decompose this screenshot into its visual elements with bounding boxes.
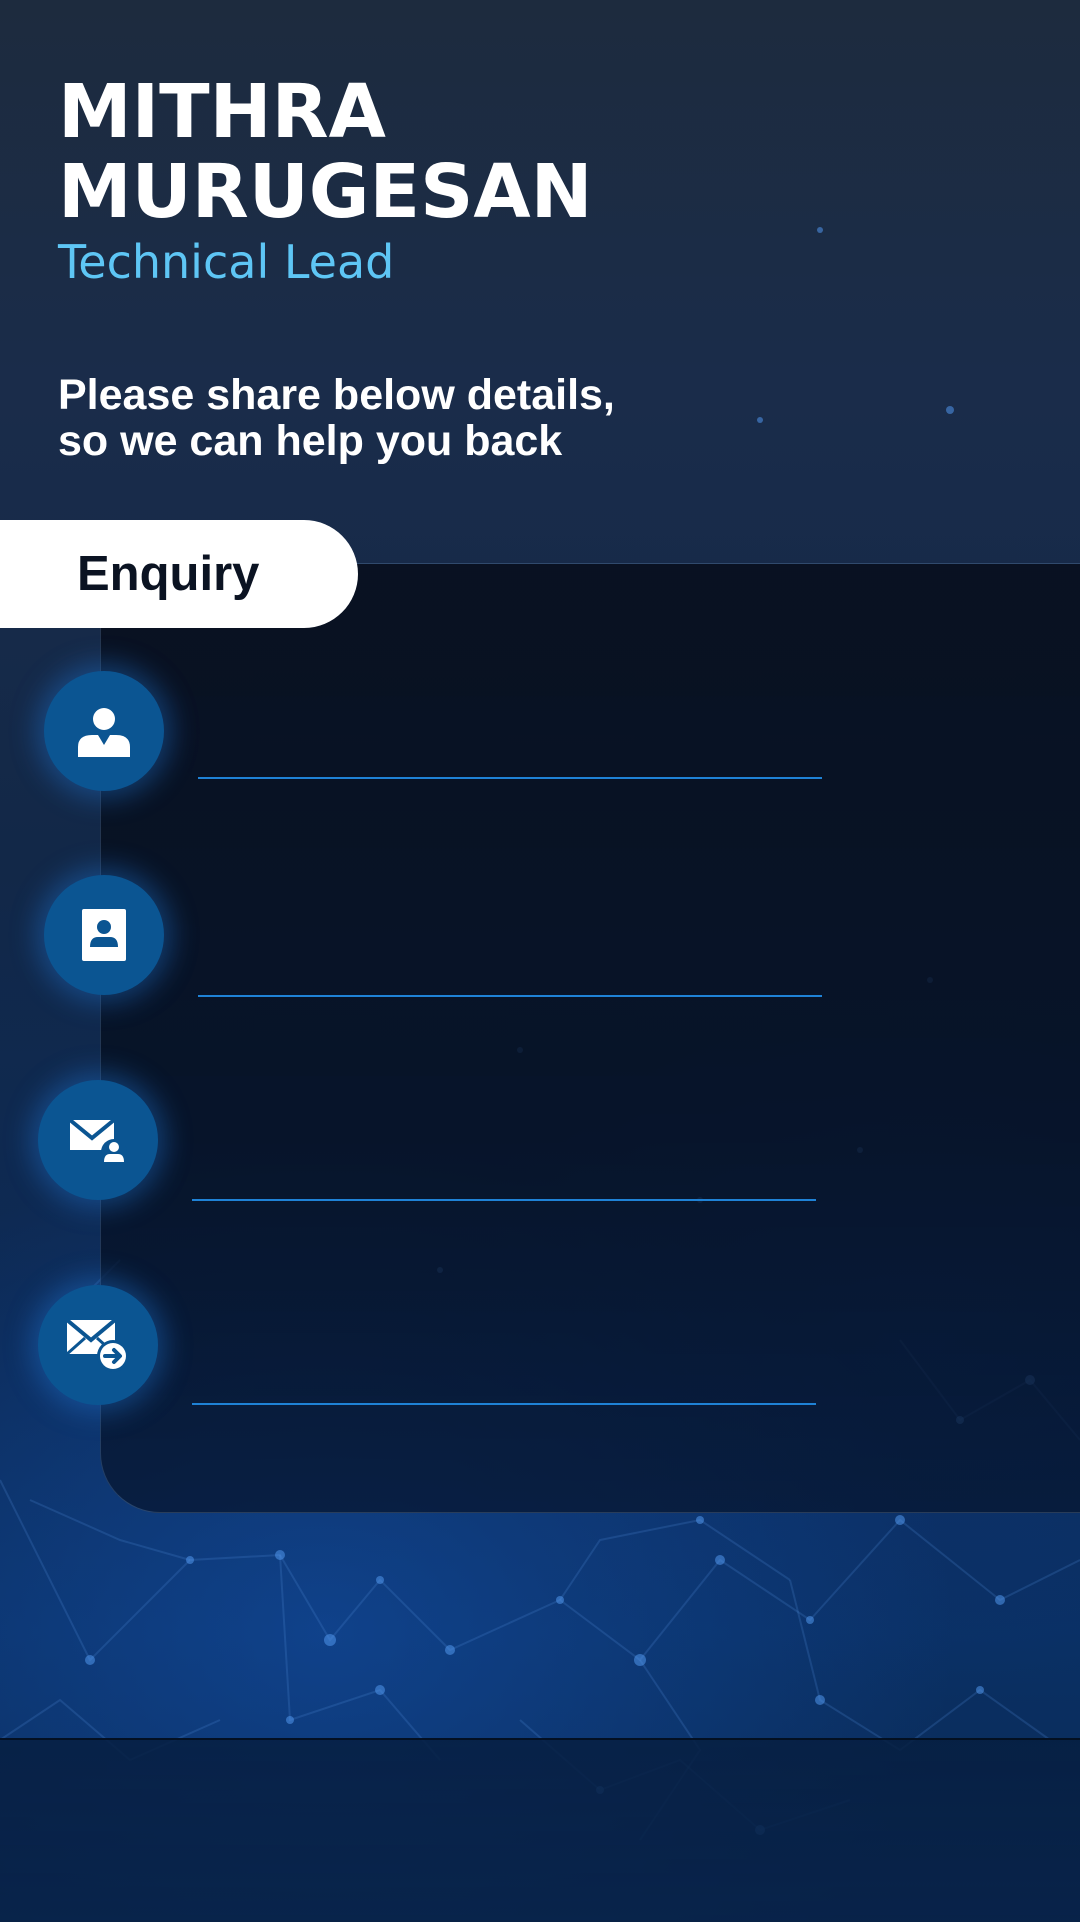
profile-header: MITHRA MURUGESAN Technical Lead <box>58 72 1018 290</box>
email-field-underline <box>192 1199 816 1201</box>
footer-bar <box>0 1738 1080 1922</box>
contact-card-icon <box>44 875 164 995</box>
name-field[interactable] <box>198 712 826 774</box>
intro-line-1: Please share below details, <box>58 371 615 419</box>
contact-field-underline <box>198 995 822 997</box>
job-title: Technical Lead <box>58 235 395 289</box>
name-field-underline <box>198 777 822 779</box>
first-name: MITHRA <box>58 69 386 155</box>
tab-enquiry-label: Enquiry <box>77 547 260 601</box>
intro-text: Please share below details, so we can he… <box>58 372 958 464</box>
message-field-underline <box>192 1403 816 1405</box>
person-icon <box>44 671 164 791</box>
tab-enquiry[interactable]: Enquiry <box>0 520 358 628</box>
last-name: MURUGESAN <box>58 149 593 235</box>
intro-line-2: so we can help you back <box>58 417 563 465</box>
email-field[interactable] <box>192 1134 820 1196</box>
email-send-icon <box>38 1285 158 1405</box>
email-user-icon <box>38 1080 158 1200</box>
message-field[interactable] <box>192 1338 820 1400</box>
contact-field[interactable] <box>198 930 826 992</box>
